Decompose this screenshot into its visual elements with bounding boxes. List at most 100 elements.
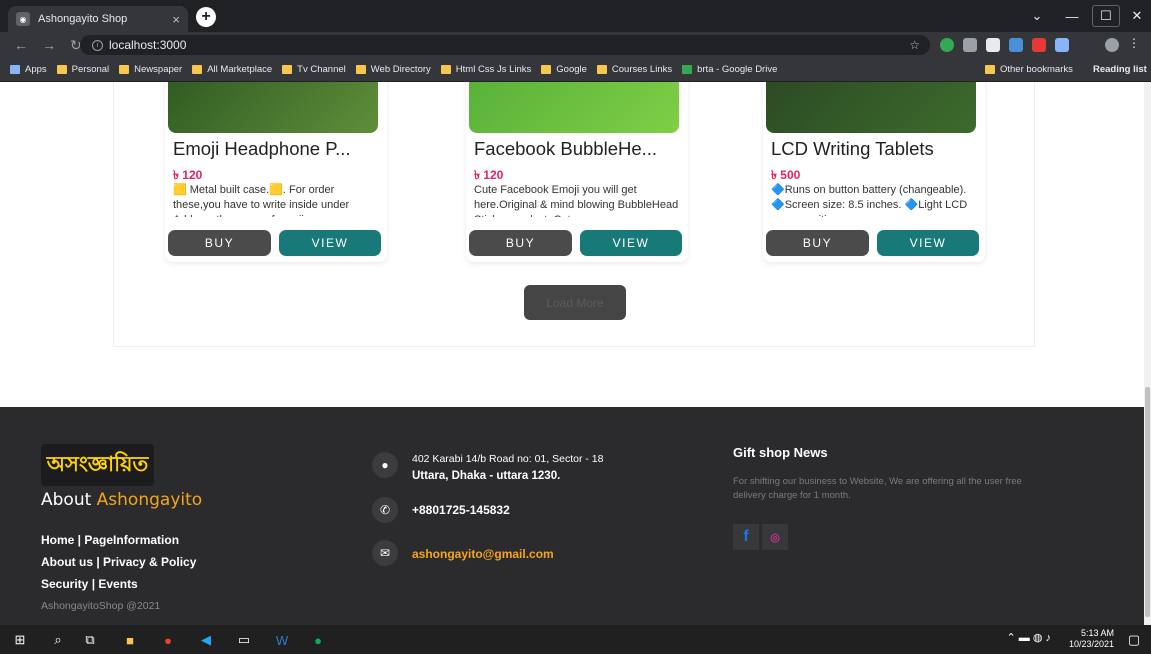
bookmark-courses-links[interactable]: Courses Links (596, 64, 672, 75)
address-line-2: Uttara, Dhaka - uttara 1230. (412, 470, 561, 482)
product-card: LCD Writing Tablets ৳ 500 🔷Runs on butto… (763, 82, 985, 262)
about-heading: About Ashongayito (41, 490, 203, 510)
extension-grammarly-icon[interactable] (940, 38, 954, 52)
chrome-icon[interactable]: ● (158, 630, 178, 650)
minimize-button[interactable]: — (1058, 5, 1086, 27)
bookmark-apps[interactable]: Apps (10, 64, 47, 75)
clock[interactable]: 5:13 AM 10/23/2021 (1069, 628, 1114, 650)
apps-grid-icon (10, 65, 20, 74)
folder-icon (355, 65, 366, 74)
view-button[interactable]: VIEW (877, 230, 979, 256)
instagram-icon[interactable]: ◎ (762, 524, 788, 550)
word-icon[interactable]: W (272, 630, 292, 650)
folder-icon (541, 65, 552, 74)
phone-number: +8801725-145832 (412, 503, 510, 517)
extension-screenshot-icon[interactable] (1009, 38, 1023, 52)
facebook-icon[interactable]: f (733, 524, 759, 550)
profile-avatar[interactable] (1105, 38, 1119, 52)
chrome-menu-icon[interactable]: ⋮ (1128, 36, 1140, 50)
folder-icon (282, 65, 293, 74)
windows-start-icon[interactable]: ⊞ (10, 630, 30, 650)
folder-icon (56, 65, 67, 74)
reading-list-button[interactable]: Reading list (1093, 64, 1147, 75)
product-image[interactable] (168, 82, 378, 133)
search-icon[interactable]: ⌕ (48, 630, 68, 650)
tab-title: Ashongayito Shop (38, 13, 128, 25)
buy-button[interactable]: BUY (168, 230, 271, 256)
footer-link-security[interactable]: Security | Events (41, 573, 196, 595)
browser-tab-strip: ◉ Ashongayito Shop × + ⌄ — ☐ ✕ (0, 0, 1151, 32)
folder-icon (596, 65, 607, 74)
address-line-1: 402 Karabi 14/b Road no: 01, Sector - 18 (412, 453, 604, 465)
bookmark-newspaper[interactable]: Newspaper (119, 64, 182, 75)
product-card: Emoji Headphone P... ৳ 120 🟨 Metal built… (165, 82, 387, 262)
news-heading: Gift shop News (733, 445, 828, 460)
site-info-icon[interactable]: i (92, 39, 103, 51)
buy-button[interactable]: BUY (766, 230, 869, 256)
bookmark-star-icon[interactable]: ☆ (909, 38, 920, 52)
product-card: Facebook BubbleHe... ৳ 120 Cute Facebook… (466, 82, 688, 262)
envelope-icon: ✉ (372, 540, 398, 566)
news-text: For shifting our business to Website, We… (733, 476, 1022, 501)
tab-close-icon[interactable]: × (172, 12, 180, 27)
bookmark-html-css-js[interactable]: Html Css Js Links (440, 64, 531, 75)
app-icon[interactable]: ● (308, 630, 328, 650)
bookmarks-bar: Apps Personal Newspaper All Marketplace … (0, 58, 1151, 82)
url-text: localhost:3000 (109, 38, 187, 52)
copyright-text: AshongayitoShop @2021 (41, 600, 161, 612)
bookmark-google[interactable]: Google (541, 64, 587, 75)
footer-link-about[interactable]: About us | Privacy & Policy (41, 551, 196, 573)
vscode-icon[interactable]: ◀ (196, 630, 216, 650)
view-button[interactable]: VIEW (279, 230, 381, 256)
product-title: Emoji Headphone P... (173, 138, 351, 159)
back-icon[interactable]: ← (14, 37, 28, 53)
extension-red-icon[interactable] (1032, 38, 1046, 52)
notification-icon[interactable]: ▢ (1124, 630, 1144, 650)
products-container: Emoji Headphone P... ৳ 120 🟨 Metal built… (113, 82, 1035, 347)
location-pin-icon: ● (372, 452, 398, 478)
product-description: 🟨 Metal built case.🟨. For order these,yo… (173, 184, 350, 217)
footer-links: Home | PageInformation About us | Privac… (41, 529, 196, 595)
url-input[interactable]: i localhost:3000 ☆ (80, 35, 930, 55)
bookmark-tv-channel[interactable]: Tv Channel (282, 64, 346, 75)
terminal-icon[interactable]: ▭ (234, 630, 254, 650)
load-more-button[interactable]: Load More (524, 285, 626, 320)
new-tab-button[interactable]: + (196, 7, 216, 27)
product-image[interactable] (766, 82, 976, 133)
task-view-icon[interactable]: ⧉ (80, 630, 100, 650)
bookmark-all-marketplace[interactable]: All Marketplace (192, 64, 272, 75)
product-title: Facebook BubbleHe... (474, 138, 658, 159)
folder-icon (119, 65, 130, 74)
site-favicon-icon: ◉ (16, 12, 30, 26)
system-tray-icons[interactable]: ⌃ ▬ ◍ ♪ (1007, 633, 1051, 644)
extension-video-icon[interactable] (986, 38, 1000, 52)
tab-search-icon[interactable]: ⌄ (1023, 5, 1051, 27)
phone-icon: ✆ (372, 497, 398, 523)
browser-tab[interactable]: ◉ Ashongayito Shop × (8, 6, 188, 32)
buy-button[interactable]: BUY (469, 230, 572, 256)
maximize-button[interactable]: ☐ (1092, 5, 1120, 27)
footer-link-home[interactable]: Home | PageInformation (41, 529, 196, 551)
windows-taskbar: ⊞ ⌕ ⧉ ■ ● ◀ ▭ W ● ⌃ ▬ ◍ ♪ 5:13 AM 10/23/… (0, 625, 1151, 654)
extension-puzzle-icon[interactable] (1055, 38, 1069, 52)
page-viewport: Emoji Headphone P... ৳ 120 🟨 Metal built… (0, 82, 1144, 625)
bookmark-personal[interactable]: Personal (56, 64, 109, 75)
site-footer: অসংজ্ঞায়িত About Ashongayito Home | Pag… (0, 407, 1144, 625)
site-logo[interactable]: অসংজ্ঞায়িত (41, 444, 154, 486)
extension-icon[interactable] (963, 38, 977, 52)
address-bar-row: ← → ↻ i localhost:3000 ☆ ⋮ (0, 32, 1151, 58)
scrollbar-thumb[interactable] (1145, 387, 1150, 617)
folder-icon (985, 65, 995, 74)
close-window-button[interactable]: ✕ (1123, 5, 1151, 27)
product-description: 🔷Runs on button battery (changeable). 🔷S… (771, 184, 968, 217)
view-button[interactable]: VIEW (580, 230, 682, 256)
email-link[interactable]: ashongayito@gmail.com (412, 547, 554, 561)
forward-icon[interactable]: → (42, 37, 56, 53)
file-explorer-icon[interactable]: ■ (120, 630, 140, 650)
folder-icon (192, 65, 203, 74)
bookmark-brta-drive[interactable]: brta - Google Drive (682, 64, 777, 75)
page-scrollbar[interactable] (1144, 82, 1151, 625)
bookmark-web-directory[interactable]: Web Directory (355, 64, 431, 75)
bookmark-other[interactable]: Other bookmarks (985, 64, 1073, 75)
product-image[interactable] (469, 82, 679, 133)
